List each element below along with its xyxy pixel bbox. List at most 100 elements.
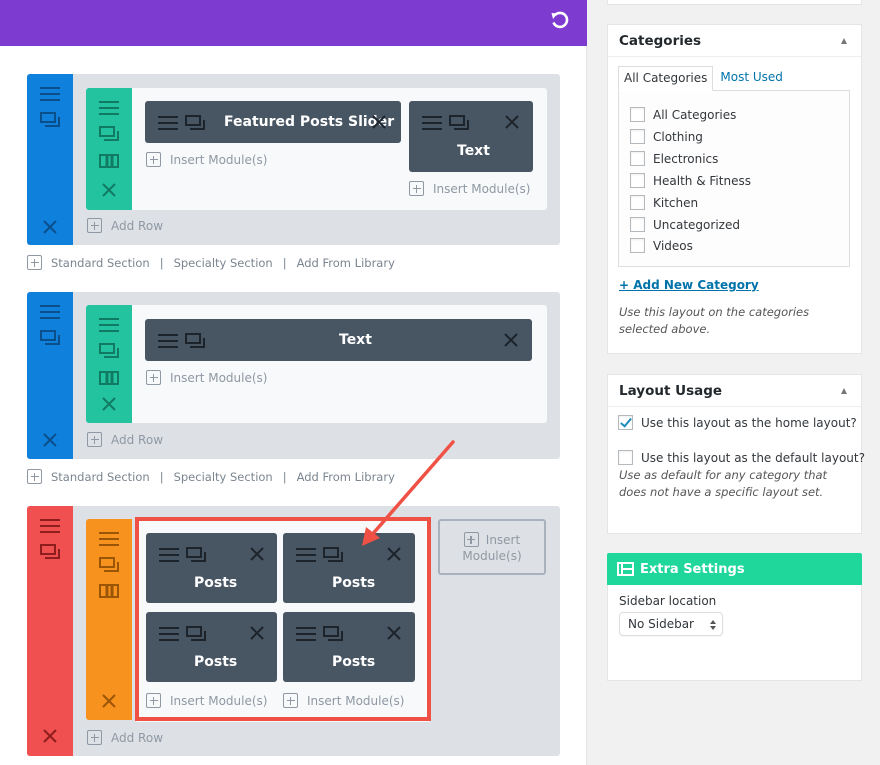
move-icon[interactable] — [158, 116, 178, 130]
duplicate-icon[interactable] — [40, 112, 60, 128]
collapse-arrow-icon[interactable] — [841, 388, 847, 394]
default-layout-checkbox[interactable] — [618, 450, 633, 465]
delete-icon[interactable] — [503, 332, 519, 348]
collapse-arrow-icon[interactable] — [841, 38, 847, 44]
move-icon[interactable] — [159, 627, 179, 641]
category-item[interactable]: Uncategorized — [630, 217, 740, 232]
specialty-section-link[interactable]: Specialty Section — [174, 470, 273, 484]
delete-icon[interactable] — [101, 182, 117, 198]
standard-section-link[interactable]: Standard Section — [51, 470, 150, 484]
duplicate-icon[interactable] — [99, 557, 119, 573]
sidebar-insert-module-button[interactable]: Insert Module(s) — [438, 519, 546, 575]
undo-icon[interactable] — [549, 11, 569, 31]
duplicate-icon[interactable] — [99, 126, 119, 142]
checkbox[interactable] — [630, 238, 645, 253]
row-3-handle[interactable] — [86, 519, 132, 720]
category-item[interactable]: Health & Fitness — [630, 173, 751, 188]
move-icon[interactable] — [99, 318, 119, 332]
duplicate-icon[interactable] — [40, 544, 60, 560]
row-2-handle[interactable] — [86, 305, 132, 423]
tab-all-categories[interactable]: All Categories — [618, 66, 714, 91]
delete-icon[interactable] — [504, 114, 520, 130]
columns-icon[interactable] — [99, 154, 119, 168]
columns-icon[interactable] — [99, 371, 119, 385]
module-featured-posts-slider[interactable]: Featured Posts Slider — [145, 101, 401, 143]
delete-icon[interactable] — [101, 693, 117, 709]
insert-module-button[interactable]: Insert Module(s) — [146, 370, 267, 385]
tab-most-used[interactable]: Most Used — [715, 66, 788, 91]
delete-icon[interactable] — [249, 546, 265, 562]
separator: | — [159, 469, 164, 484]
category-item[interactable]: Clothing — [630, 129, 703, 144]
module-text[interactable]: Text — [145, 319, 532, 361]
move-icon[interactable] — [40, 305, 60, 319]
delete-icon[interactable] — [371, 114, 387, 130]
home-layout-checkbox[interactable] — [618, 415, 633, 430]
module-posts[interactable]: Posts — [146, 612, 277, 682]
category-item[interactable]: Electronics — [630, 151, 718, 166]
insert-module-button[interactable]: Insert Module(s) — [409, 181, 530, 196]
module-posts[interactable]: Posts — [283, 533, 415, 603]
settings-icon[interactable] — [323, 626, 343, 642]
move-icon[interactable] — [159, 548, 179, 562]
section-3-handle[interactable] — [27, 506, 73, 756]
move-icon[interactable] — [99, 532, 119, 546]
settings-icon[interactable] — [449, 115, 469, 131]
delete-icon[interactable] — [42, 432, 58, 448]
insert-module-button[interactable]: Insert Module(s) — [146, 693, 267, 708]
settings-icon[interactable] — [185, 333, 205, 349]
insert-module-button[interactable]: Insert Module(s) — [146, 152, 267, 167]
default-layout-option[interactable]: Use this layout as the default layout? — [618, 450, 865, 465]
checkbox[interactable] — [630, 151, 645, 166]
delete-icon[interactable] — [386, 546, 402, 562]
extra-settings-header[interactable]: Extra Settings — [607, 553, 862, 585]
plus-icon — [27, 469, 42, 484]
checkbox[interactable] — [630, 217, 645, 232]
columns-icon[interactable] — [99, 584, 119, 598]
settings-icon[interactable] — [185, 115, 205, 131]
category-item[interactable]: All Categories — [630, 107, 736, 122]
checkbox[interactable] — [630, 129, 645, 144]
settings-icon[interactable] — [186, 626, 206, 642]
delete-icon[interactable] — [101, 396, 117, 412]
standard-section-link[interactable]: Standard Section — [51, 256, 150, 270]
checkbox[interactable] — [630, 173, 645, 188]
add-from-library-link[interactable]: Add From Library — [297, 256, 395, 270]
specialty-section-link[interactable]: Specialty Section — [174, 256, 273, 270]
move-icon[interactable] — [296, 627, 316, 641]
duplicate-icon[interactable] — [99, 343, 119, 359]
move-icon[interactable] — [40, 87, 60, 101]
add-row-button[interactable]: Add Row — [87, 730, 163, 745]
module-posts[interactable]: Posts — [283, 612, 415, 682]
delete-icon[interactable] — [249, 625, 265, 641]
move-icon[interactable] — [422, 116, 442, 130]
layout-usage-header[interactable]: Layout Usage — [608, 375, 861, 407]
move-icon[interactable] — [40, 519, 60, 533]
add-row-button[interactable]: Add Row — [87, 432, 163, 447]
add-from-library-link[interactable]: Add From Library — [297, 470, 395, 484]
categories-header[interactable]: Categories — [608, 25, 861, 57]
home-layout-option[interactable]: Use this layout as the home layout? — [618, 415, 857, 430]
section-2-handle[interactable] — [27, 292, 73, 459]
move-icon[interactable] — [99, 101, 119, 115]
duplicate-icon[interactable] — [40, 330, 60, 346]
checkbox[interactable] — [630, 195, 645, 210]
module-text[interactable]: Text — [409, 101, 533, 172]
delete-icon[interactable] — [42, 219, 58, 235]
add-new-category-link[interactable]: + Add New Category — [619, 278, 759, 292]
settings-icon[interactable] — [186, 547, 206, 563]
checkbox[interactable] — [630, 107, 645, 122]
delete-icon[interactable] — [42, 728, 58, 744]
section-1-handle[interactable] — [27, 74, 73, 245]
category-item[interactable]: Videos — [630, 238, 693, 253]
delete-icon[interactable] — [386, 625, 402, 641]
sidebar-location-select[interactable]: No Sidebar — [619, 612, 723, 636]
move-icon[interactable] — [158, 334, 178, 348]
module-posts[interactable]: Posts — [146, 533, 277, 603]
settings-icon[interactable] — [323, 547, 343, 563]
row-1-handle[interactable] — [86, 88, 132, 210]
insert-module-button[interactable]: Insert Module(s) — [283, 693, 404, 708]
move-icon[interactable] — [296, 548, 316, 562]
add-row-button[interactable]: Add Row — [87, 218, 163, 233]
category-item[interactable]: Kitchen — [630, 195, 698, 210]
